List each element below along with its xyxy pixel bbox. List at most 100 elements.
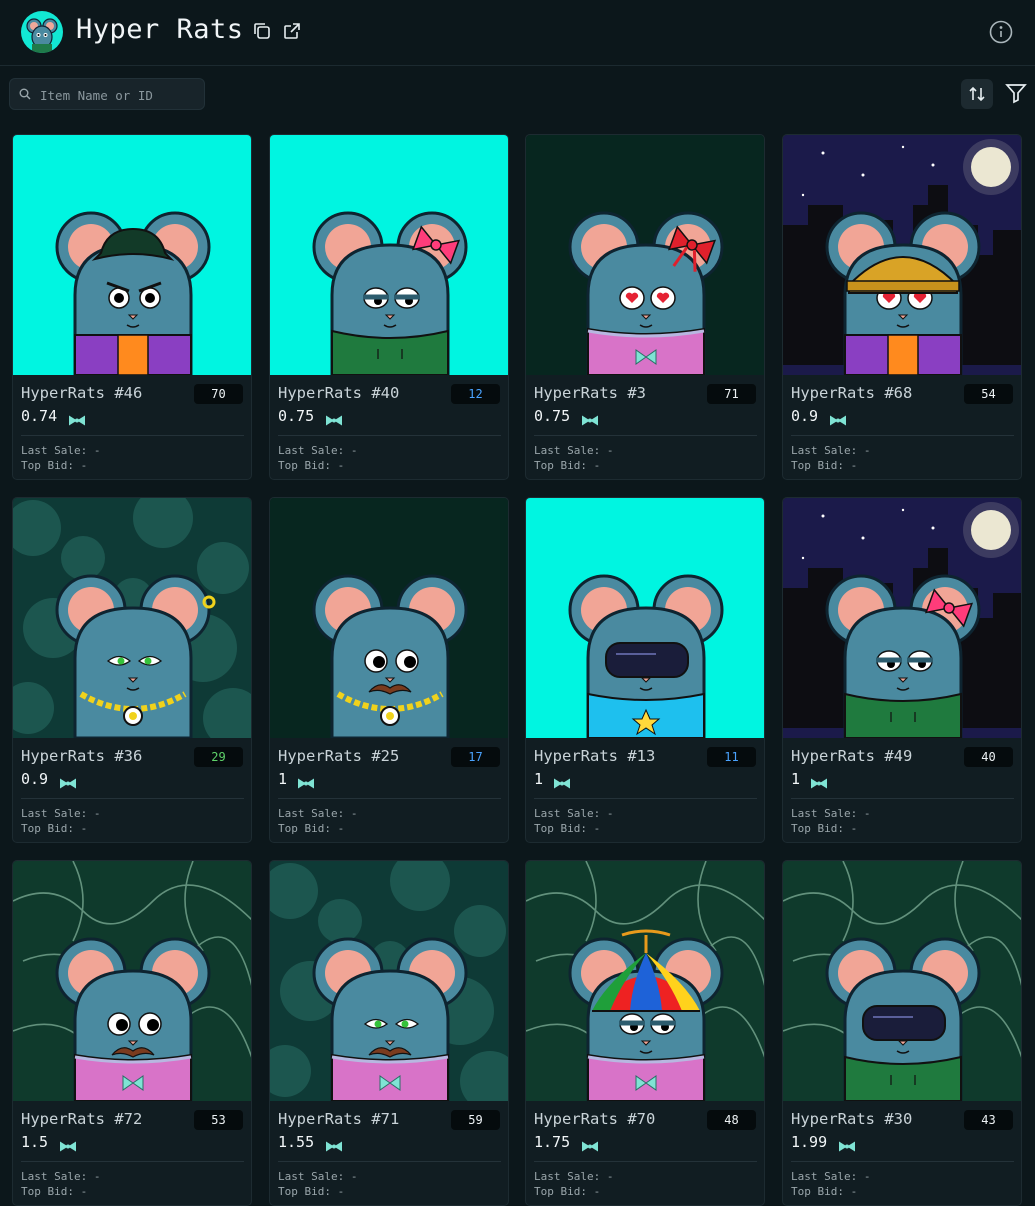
last-sale-value: - (606, 1170, 614, 1183)
last-sale: Last Sale: - (21, 444, 100, 457)
rarity-rank-badge: 40 (964, 747, 1013, 767)
top-bid: Top Bid: - (278, 1185, 344, 1198)
card-divider (21, 1161, 244, 1162)
nft-image[interactable] (526, 861, 764, 1101)
last-sale-value: - (93, 444, 101, 457)
last-sale: Last Sale: - (534, 444, 613, 457)
top-bid-label: Top Bid: (791, 459, 844, 472)
card-divider (21, 435, 244, 436)
top-bid: Top Bid: - (21, 822, 87, 835)
nft-name: HyperRats #30 (791, 1110, 913, 1128)
rarity-rank-badge: 11 (707, 747, 756, 767)
last-sale-value: - (93, 1170, 101, 1183)
last-sale: Last Sale: - (534, 1170, 613, 1183)
nft-image[interactable] (783, 135, 1021, 375)
rarity-rank-badge: 17 (451, 747, 500, 767)
last-sale-value: - (350, 807, 358, 820)
nft-image[interactable] (13, 861, 251, 1101)
rarity-rank-badge: 53 (194, 1110, 243, 1130)
top-bid: Top Bid: - (278, 822, 344, 835)
copy-icon[interactable] (252, 21, 272, 41)
rarity-rank-badge: 71 (707, 384, 756, 404)
card-divider (534, 798, 757, 799)
nft-card[interactable]: HyperRats #70 48 1.75 Last Sale: - Top Bid: … (525, 860, 765, 1206)
top-bid-label: Top Bid: (791, 1185, 844, 1198)
last-sale-label: Last Sale: (791, 807, 858, 820)
nft-price: 0.74 (21, 407, 58, 425)
currency-bow-icon (581, 1137, 599, 1156)
last-sale-label: Last Sale: (278, 444, 345, 457)
last-sale-label: Last Sale: (21, 1170, 88, 1183)
nft-card[interactable]: HyperRats #49 40 1 Last Sale: - Top Bid: - (782, 497, 1022, 843)
nft-image[interactable] (13, 135, 251, 375)
nft-name: HyperRats #13 (534, 747, 656, 765)
nft-card[interactable]: HyperRats #72 53 1.5 Last Sale: - Top Bid: - (12, 860, 252, 1206)
last-sale: Last Sale: - (278, 1170, 357, 1183)
nft-card[interactable]: HyperRats #40 12 0.75 Last Sale: - Top Bid: … (269, 134, 509, 480)
top-bid-label: Top Bid: (278, 822, 331, 835)
last-sale: Last Sale: - (791, 807, 870, 820)
nft-name: HyperRats #3 (534, 384, 646, 402)
rarity-rank-badge: 43 (964, 1110, 1013, 1130)
card-divider (278, 798, 501, 799)
top-bid-value: - (80, 1185, 88, 1198)
top-bid-value: - (337, 459, 345, 472)
card-divider (791, 435, 1014, 436)
nft-image[interactable] (270, 498, 508, 738)
top-bid: Top Bid: - (21, 1185, 87, 1198)
nft-image[interactable] (270, 861, 508, 1101)
last-sale: Last Sale: - (791, 444, 870, 457)
last-sale: Last Sale: - (791, 1170, 870, 1183)
rarity-rank-badge: 12 (451, 384, 500, 404)
card-divider (534, 435, 757, 436)
card-divider (791, 1161, 1014, 1162)
nft-card[interactable]: HyperRats #3 71 0.75 Last Sale: - Top Bid: - (525, 134, 765, 480)
last-sale-value: - (863, 1170, 871, 1183)
last-sale-value: - (350, 1170, 358, 1183)
top-bid-value: - (337, 1185, 345, 1198)
sort-button[interactable] (961, 79, 993, 109)
top-bid-value: - (850, 822, 858, 835)
nft-name: HyperRats #49 (791, 747, 913, 765)
last-sale-label: Last Sale: (534, 1170, 601, 1183)
top-bid-label: Top Bid: (791, 822, 844, 835)
nft-price: 0.75 (278, 407, 315, 425)
collection-logo[interactable] (21, 11, 63, 53)
nft-card[interactable]: HyperRats #71 59 1.55 Last Sale: - Top Bid: … (269, 860, 509, 1206)
top-bid-label: Top Bid: (21, 1185, 74, 1198)
nft-card[interactable]: HyperRats #68 54 0.9 Last Sale: - Top Bid: - (782, 134, 1022, 480)
top-bid: Top Bid: - (534, 1185, 600, 1198)
nft-image[interactable] (783, 498, 1021, 738)
nft-card[interactable]: HyperRats #36 29 0.9 Last Sale: - Top Bid: - (12, 497, 252, 843)
nft-card[interactable]: HyperRats #25 17 1 Last Sale: - Top Bid: - (269, 497, 509, 843)
last-sale-value: - (863, 807, 871, 820)
filter-button[interactable] (1005, 82, 1027, 106)
nft-card[interactable]: HyperRats #13 11 1 Last Sale: - Top Bid: - (525, 497, 765, 843)
nft-card[interactable]: HyperRats #30 43 1.99 Last Sale: - Top Bid: … (782, 860, 1022, 1206)
last-sale-value: - (863, 444, 871, 457)
nft-image[interactable] (13, 498, 251, 738)
currency-bow-icon (581, 411, 599, 430)
info-icon[interactable] (989, 20, 1013, 44)
nft-image[interactable] (270, 135, 508, 375)
nft-image[interactable] (526, 498, 764, 738)
nft-image[interactable] (783, 861, 1021, 1101)
last-sale-label: Last Sale: (791, 1170, 858, 1183)
last-sale-label: Last Sale: (21, 444, 88, 457)
nft-image[interactable] (526, 135, 764, 375)
last-sale-value: - (606, 444, 614, 457)
last-sale-label: Last Sale: (21, 807, 88, 820)
external-link-icon[interactable] (282, 21, 302, 41)
nft-card[interactable]: HyperRats #46 70 0.74 Last Sale: - Top Bid: … (12, 134, 252, 480)
search-input[interactable] (38, 84, 202, 106)
currency-bow-icon (325, 1137, 343, 1156)
card-divider (534, 1161, 757, 1162)
rarity-rank-badge: 48 (707, 1110, 756, 1130)
top-bid-value: - (850, 459, 858, 472)
top-bid-value: - (337, 822, 345, 835)
search-icon (19, 88, 31, 100)
card-divider (791, 798, 1014, 799)
top-bid: Top Bid: - (534, 822, 600, 835)
nft-name: HyperRats #36 (21, 747, 143, 765)
last-sale-value: - (606, 807, 614, 820)
